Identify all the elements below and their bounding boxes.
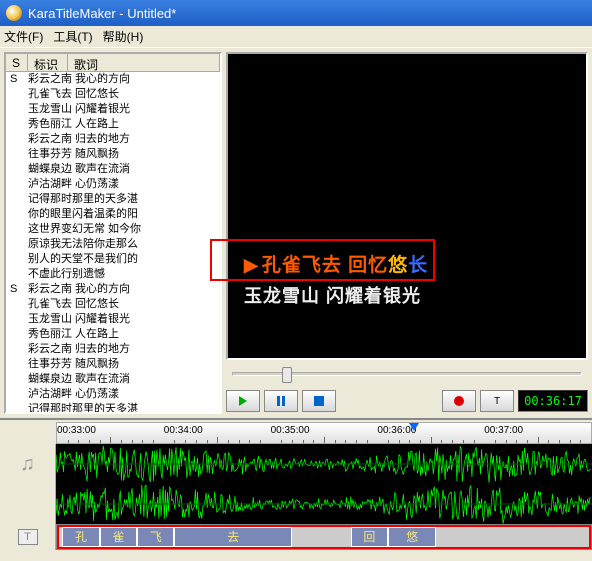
menu-file[interactable]: 文件(F) [4,28,43,45]
lyric-segment[interactable]: 孔 [62,527,99,547]
list-row[interactable]: S彩云之南 我心的方向 [6,282,220,297]
t-label: T [494,396,500,407]
list-header: S 标识 歌词 [6,54,220,72]
play-button[interactable] [226,390,260,412]
header-mark[interactable]: 标识 [28,54,68,71]
list-row[interactable]: 这世界变幻无常 如今你 [6,222,220,237]
list-row[interactable]: 不虚此行别遗憾 [6,267,220,282]
list-row[interactable]: 往事芬芳 随风飘扬 [6,357,220,372]
bullet-icon: ▶ [244,255,259,275]
playhead-marker[interactable] [409,423,419,431]
list-row[interactable]: 玉龙雪山 闪耀着银光 [6,102,220,117]
karaoke-line-2: 玉龙雪山 闪耀着银光 [244,282,421,308]
list-row[interactable]: 彩云之南 归去的地方 [6,132,220,147]
text-track-icon: T [18,529,38,545]
sung-text: 孔雀飞去 回忆 [262,255,388,276]
record-icon [454,396,464,406]
record-button[interactable] [442,390,476,412]
audio-track-gutter-2 [0,484,56,524]
text-track[interactable]: 孔雀飞去 回悠 [56,524,592,550]
text-track-gutter: T [0,524,56,550]
slider-thumb[interactable] [282,367,292,383]
lyric-segment[interactable]: 回 [351,527,388,547]
ruler-tick: 00:33:00 [57,425,96,436]
stop-icon [314,396,324,406]
lyric-segment[interactable]: 悠 [388,527,436,547]
list-row[interactable]: 泸沽湖畔 心仍荡漾 [6,177,220,192]
stop-button[interactable] [302,390,336,412]
list-row[interactable]: 秀色丽江 人在路上 [6,117,220,132]
audio-track-gutter: ♫ [0,444,56,484]
list-row[interactable]: S彩云之南 我心的方向 [6,72,220,87]
pause-icon [277,396,285,406]
list-row[interactable]: 蝴蝶泉边 歌声在流淌 [6,372,220,387]
list-body[interactable]: S彩云之南 我心的方向孔雀飞去 回忆悠长玉龙雪山 闪耀着银光秀色丽江 人在路上彩… [6,72,220,412]
app-icon [6,5,22,21]
list-row[interactable]: 记得那时那里的天多湛 [6,192,220,207]
unsung-text: 长 [408,255,428,276]
karaoke-line-1: ▶孔雀飞去 回忆悠长 [244,250,428,277]
lyric-list-panel: S 标识 歌词 S彩云之南 我心的方向孔雀飞去 回忆悠长玉龙雪山 闪耀着银光秀色… [4,52,222,414]
music-note-icon: ♫ [20,453,35,476]
waveform-right[interactable] [56,484,592,524]
list-row[interactable]: 泸沽湖畔 心仍荡漾 [6,387,220,402]
list-row[interactable]: 往事芬芳 随风飘扬 [6,147,220,162]
list-row[interactable]: 秀色丽江 人在路上 [6,327,220,342]
current-char: 悠 [388,255,408,276]
ruler-tick: 00:37:00 [484,425,523,436]
transport-controls: T 00:36:17 [226,388,588,414]
seek-slider[interactable] [226,364,588,384]
list-row[interactable]: 孔雀飞去 回忆悠长 [6,87,220,102]
ruler-tick: 00:34:00 [164,425,203,436]
timeline-area: 00:33:0000:34:0000:35:0000:36:0000:37:00… [0,418,592,550]
t-button[interactable]: T [480,390,514,412]
header-s[interactable]: S [6,54,28,71]
right-panel: ▶孔雀飞去 回忆悠长 玉龙雪山 闪耀着银光 T 00:36:17 [226,52,588,414]
ruler-tick: 00:35:00 [271,425,310,436]
list-row[interactable]: 蝴蝶泉边 歌声在流淌 [6,162,220,177]
titlebar: KaraTitleMaker - Untitled* [0,0,592,26]
list-row[interactable]: 玉龙雪山 闪耀着银光 [6,312,220,327]
list-row[interactable]: 孔雀飞去 回忆悠长 [6,297,220,312]
header-lyric[interactable]: 歌词 [68,54,220,71]
list-row[interactable]: 原谅我无法陪你走那么 [6,237,220,252]
menu-help[interactable]: 帮助(H) [103,28,144,45]
list-row[interactable]: 记得那时那里的天多湛 [6,402,220,412]
preview-window: ▶孔雀飞去 回忆悠长 玉龙雪山 闪耀着银光 [226,52,588,360]
list-row[interactable]: 别人的天堂不是我们的 [6,252,220,267]
menubar: 文件(F) 工具(T) 帮助(H) [0,26,592,48]
lyric-segment[interactable]: 去 [174,527,291,547]
menu-tools[interactable]: 工具(T) [53,28,92,45]
list-row[interactable]: 你的眼里闪着温柔的阳 [6,207,220,222]
waveform-left[interactable] [56,444,592,484]
list-row[interactable]: 彩云之南 归去的地方 [6,342,220,357]
lyric-segment[interactable]: 雀 [100,527,137,547]
lyric-segment[interactable]: 飞 [137,527,174,547]
pause-button[interactable] [264,390,298,412]
play-icon [239,396,247,406]
timecode-display: 00:36:17 [518,390,588,412]
window-title: KaraTitleMaker - Untitled* [28,6,176,21]
time-ruler[interactable]: 00:33:0000:34:0000:35:0000:36:0000:37:00 [56,422,592,444]
